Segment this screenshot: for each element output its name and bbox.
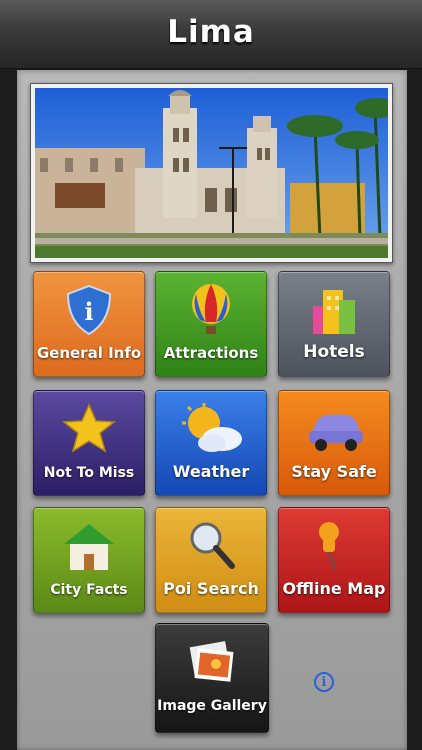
general-info-button[interactable]: i General Info — [33, 271, 145, 377]
top-bar: Lima — [0, 0, 422, 69]
shield-info-icon: i — [34, 284, 144, 336]
not-to-miss-button[interactable]: Not To Miss — [33, 390, 145, 496]
sun-cloud-icon — [156, 403, 266, 455]
tile-label: Offline Map — [282, 579, 386, 598]
page-title: Lima — [167, 14, 255, 50]
weather-button[interactable]: Weather — [155, 390, 267, 496]
hotels-button[interactable]: Hotels — [278, 271, 390, 377]
tile-label: Hotels — [303, 342, 365, 362]
image-gallery-button[interactable]: Image Gallery — [155, 623, 269, 733]
star-icon — [34, 403, 144, 455]
tile-label: Stay Safe — [291, 462, 377, 481]
info-button[interactable]: i — [314, 672, 334, 692]
stay-safe-button[interactable]: Stay Safe — [278, 390, 390, 496]
hot-air-balloon-icon — [156, 284, 266, 336]
city-photo — [30, 83, 393, 263]
city-facts-button[interactable]: City Facts — [33, 507, 145, 613]
house-icon — [34, 520, 144, 572]
tile-label: Weather — [172, 462, 250, 481]
map-pin-icon — [279, 520, 389, 572]
tile-label: General Info — [36, 344, 142, 362]
tile-label: Image Gallery — [157, 698, 267, 714]
buildings-icon — [279, 284, 389, 336]
poi-search-button[interactable]: Poi Search — [155, 507, 267, 613]
car-icon — [279, 403, 389, 455]
attractions-button[interactable]: Attractions — [155, 271, 267, 377]
tile-label: Attractions — [163, 344, 259, 362]
tile-label: Not To Miss — [43, 465, 135, 481]
magnifier-icon — [156, 520, 266, 572]
city-photo-image — [35, 88, 388, 258]
tile-label: Poi Search — [163, 579, 259, 598]
photo-stack-icon — [156, 636, 268, 688]
tile-label: City Facts — [50, 582, 128, 598]
offline-map-button[interactable]: Offline Map — [278, 507, 390, 613]
svg-text:i: i — [84, 297, 93, 326]
